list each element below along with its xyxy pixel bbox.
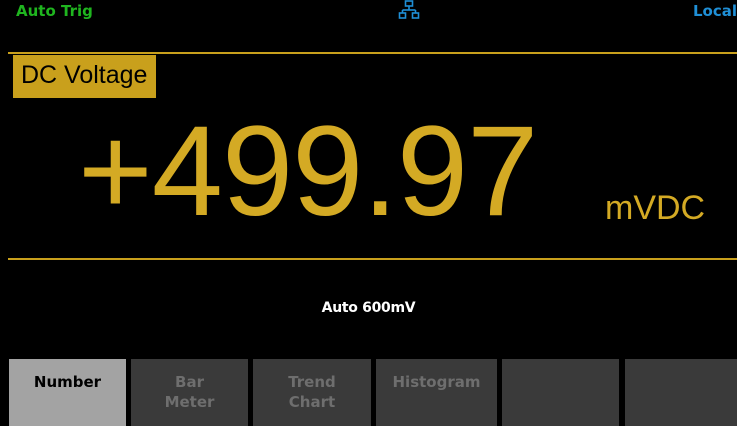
softkey-histogram[interactable]: Histogram [376, 359, 497, 426]
trigger-mode: Auto Trig [16, 2, 93, 20]
softkey-label: Meter [164, 393, 215, 411]
reading-unit: mVDC [605, 189, 706, 227]
softkey-label: Number [33, 373, 102, 391]
softkey-empty-5[interactable] [502, 359, 619, 426]
main-reading: +499.97 [78, 100, 538, 243]
meter-display: Auto Trig Local DC Voltage +499.97 mVDC … [0, 0, 737, 426]
softkey-trend-chart[interactable]: Trend Chart [253, 359, 371, 426]
range-indicator: Auto 600mV [321, 300, 416, 316]
softkey-menu: Number Bar Meter Trend Chart Histogram [0, 359, 737, 426]
softkey-bar-meter[interactable]: Bar Meter [131, 359, 248, 426]
softkey-number[interactable]: Number [9, 359, 126, 426]
network-lan-icon [398, 0, 420, 19]
softkey-label: Bar [175, 373, 204, 391]
status-bar: Auto Trig Local [0, 0, 737, 24]
softkey-label: Trend [288, 373, 336, 391]
remote-state: Local [692, 2, 737, 20]
softkey-empty-6[interactable] [625, 359, 737, 426]
function-label: DC Voltage [13, 55, 157, 98]
softkey-label: Chart [288, 393, 336, 411]
softkey-label: Histogram [392, 373, 481, 391]
middle-divider [8, 258, 737, 260]
top-divider [8, 52, 737, 54]
